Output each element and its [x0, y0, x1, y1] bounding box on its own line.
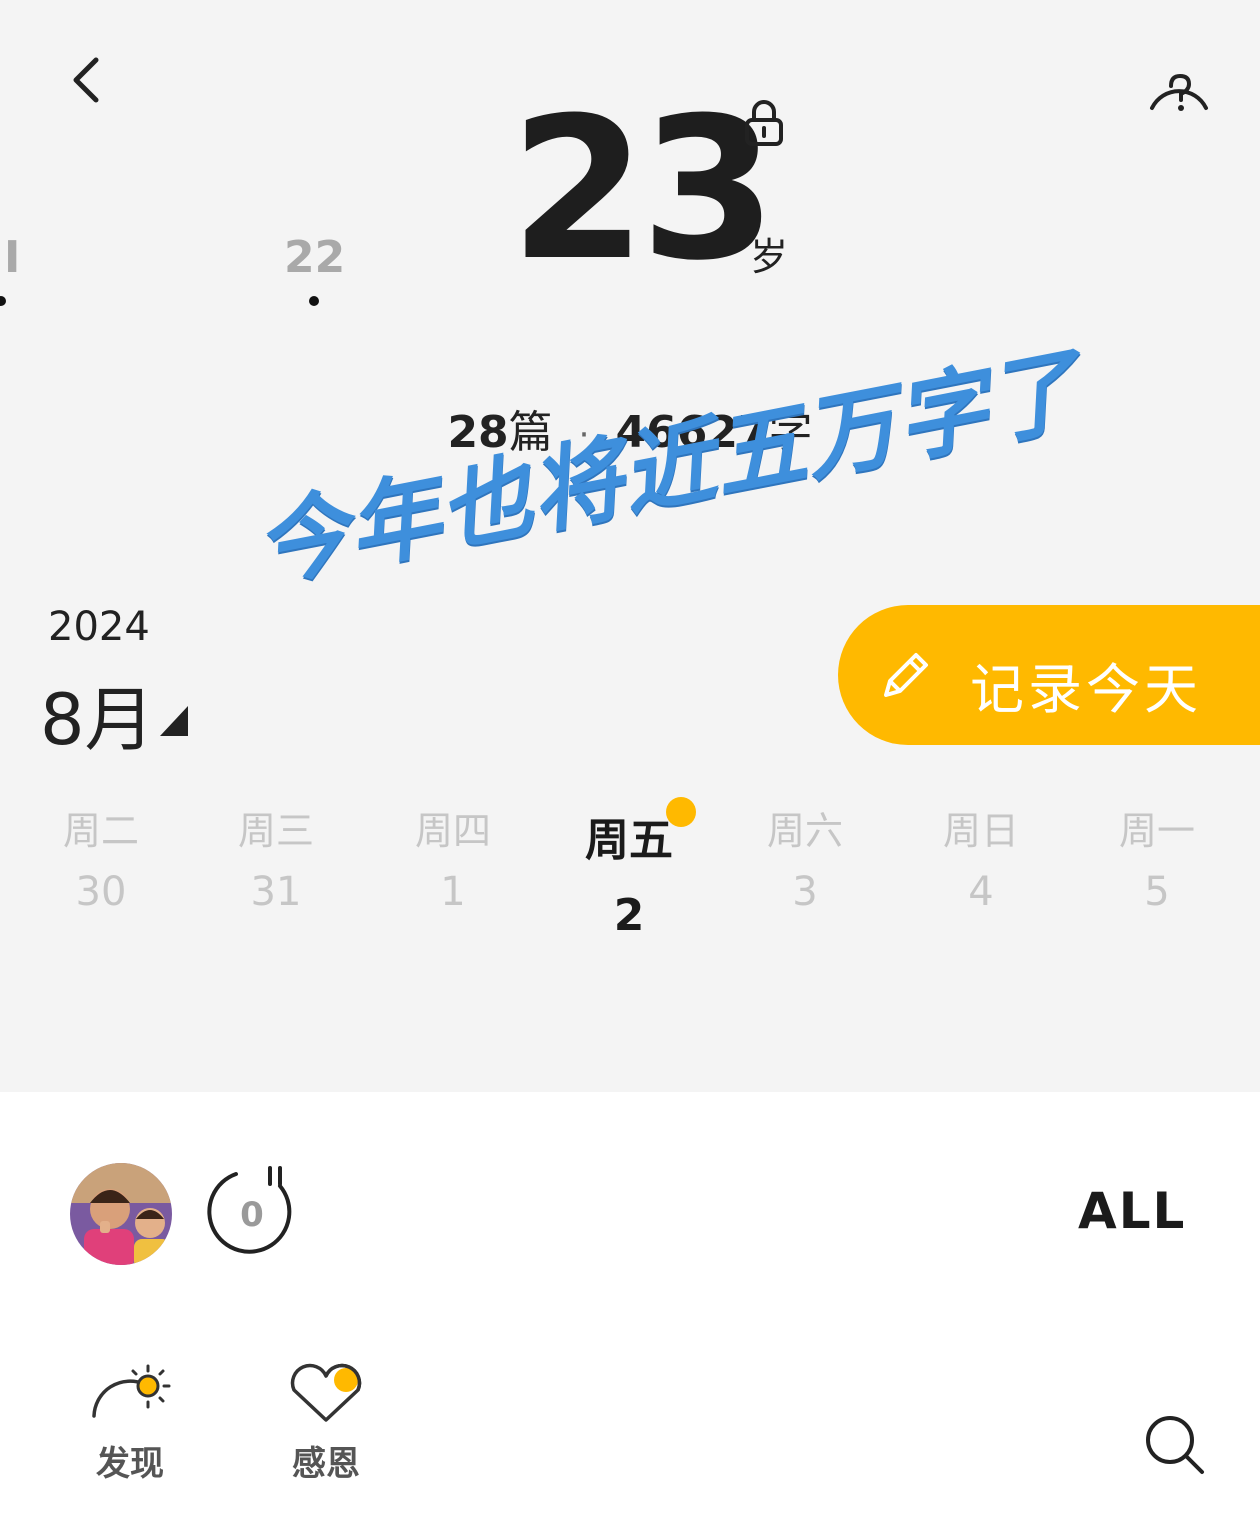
year-label: 2024: [48, 604, 150, 650]
weekday-label: 周六: [766, 809, 843, 853]
caret-icon[interactable]: [160, 706, 188, 736]
date-label: 30: [75, 869, 127, 915]
back-button[interactable]: [58, 52, 114, 108]
help-button[interactable]: [1144, 62, 1214, 114]
age-unit: 岁: [750, 235, 789, 279]
weekday-label: 周四: [414, 809, 491, 853]
date-label: 4: [968, 869, 994, 915]
date-label: 1: [440, 869, 466, 915]
prev-age-dot-22: [309, 296, 319, 306]
current-age: 23: [510, 76, 777, 304]
day-tue-30[interactable]: 周二 30: [31, 800, 171, 915]
record-today-button[interactable]: 记录今天: [838, 605, 1260, 745]
nav-discover[interactable]: 发现: [60, 1362, 200, 1485]
back-arrow-icon: [73, 57, 99, 103]
sunrise-icon: [92, 1364, 171, 1418]
nav-gratitude[interactable]: 感恩: [256, 1362, 396, 1485]
weekday-label: 周日: [942, 809, 1019, 853]
day-sat-3[interactable]: 周六 3: [735, 800, 875, 915]
day-mon-5[interactable]: 周一 5: [1087, 800, 1227, 915]
pencil-icon: [884, 653, 928, 697]
help-icon: [1150, 73, 1208, 111]
avatar[interactable]: [70, 1163, 172, 1265]
date-label: 2: [613, 890, 645, 941]
timer-icon[interactable]: 0: [206, 1164, 298, 1256]
search-icon[interactable]: [1140, 1410, 1210, 1480]
month-selector[interactable]: 8月: [40, 664, 155, 765]
prev-age-1[interactable]: I: [4, 232, 20, 283]
avatar-photo: [70, 1163, 172, 1265]
prev-age-22[interactable]: 22: [284, 232, 345, 283]
weekday-label: 周一: [1118, 809, 1195, 853]
lock-icon: [745, 100, 783, 146]
weekday-label: 周三: [237, 809, 314, 853]
date-label: 5: [1144, 869, 1170, 915]
date-label: 3: [792, 869, 818, 915]
day-thu-1[interactable]: 周四 1: [383, 800, 523, 915]
day-wed-31[interactable]: 周三 31: [206, 800, 346, 915]
weekday-label: 周二: [62, 809, 139, 853]
nav-discover-label: 发现: [96, 1444, 164, 1484]
day-sun-4[interactable]: 周日 4: [911, 800, 1051, 915]
timer-value: 0: [240, 1195, 264, 1235]
entry-indicator-dot: [666, 797, 696, 827]
record-today-label: 记录今天: [970, 658, 1202, 721]
date-label: 31: [250, 869, 302, 915]
nav-gratitude-label: 感恩: [292, 1444, 360, 1484]
heart-icon: [290, 1363, 362, 1422]
filter-all-button[interactable]: ALL: [1078, 1182, 1186, 1240]
